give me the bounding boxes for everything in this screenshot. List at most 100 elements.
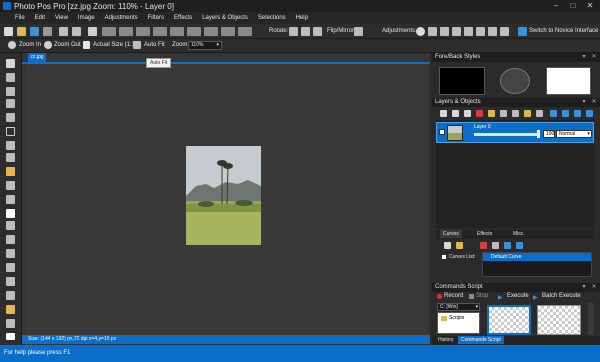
flip-mirror-button[interactable]: Flip/Mirror [327,28,354,34]
move-tool-icon[interactable] [6,73,15,82]
delete-layer-icon[interactable] [476,110,483,117]
menu-selections[interactable]: Selections [253,15,291,21]
zoom-tool-icon[interactable] [6,87,15,96]
gradient-tool-icon[interactable] [6,263,15,272]
menu-image[interactable]: Image [73,15,100,21]
layer-icon-8[interactable] [524,110,531,117]
adjust-icon-5[interactable] [464,27,473,36]
actual-size-button[interactable]: Actual Size (1:1) [93,42,137,48]
move-top-icon[interactable] [586,110,593,117]
menu-edit[interactable]: Edit [30,15,50,21]
curve-down-icon[interactable] [516,242,523,249]
record-button[interactable]: Record [444,293,463,299]
foreground-swatch[interactable] [439,67,485,95]
adjust-icon-6[interactable] [476,27,485,36]
tab-effects[interactable]: Effects [474,230,495,238]
layout-icon-5[interactable] [170,27,184,36]
pencil-tool-icon[interactable] [6,181,15,190]
layout-icon-2[interactable] [119,27,133,36]
opacity-slider[interactable] [474,133,540,136]
script-thumbnail-1[interactable] [487,305,531,335]
layout-icon-4[interactable] [153,27,167,36]
close-icon[interactable]: ✕ [582,0,598,12]
layout-icon-8[interactable] [221,27,235,36]
adjust-icon-2[interactable] [428,27,437,36]
undo-icon[interactable] [59,27,68,36]
blend-mode-select[interactable]: Normal ▾ [556,130,592,138]
scrollbar[interactable] [588,303,594,335]
layout-icon-9[interactable] [238,27,252,36]
pin-icon[interactable]: ▾ [580,98,588,107]
auto-fit-button[interactable]: Auto Fit [144,42,165,48]
menu-file[interactable]: File [10,15,30,21]
move-down-icon[interactable] [550,110,557,117]
curves-list-checkbox[interactable] [441,254,447,260]
rect-select-tool-icon[interactable] [6,127,15,136]
contrast-icon[interactable] [416,27,425,36]
tab-curves[interactable]: Curves [440,230,462,238]
shape-tool-icon[interactable] [6,209,15,218]
cut-icon[interactable] [88,27,97,36]
dropper-tool-icon[interactable] [6,277,15,286]
maximize-icon[interactable]: □ [565,0,581,12]
tab-misc[interactable]: Misc. [510,230,528,238]
move-bottom-icon[interactable] [562,110,569,117]
zoom-in-icon[interactable] [8,41,16,49]
rotate-icon-2[interactable] [301,27,310,36]
layer-row[interactable]: Layer 0 100 Normal ▾ [436,122,594,143]
adjust-icon-4[interactable] [452,27,461,36]
new-layer-icon[interactable] [440,110,447,117]
speech-bubble-tool-icon[interactable] [6,333,15,340]
layer-icon-7[interactable] [512,110,519,117]
document-tab[interactable]: zz.jpg [28,53,46,62]
curve-new-icon[interactable] [444,242,451,249]
move-up-icon[interactable] [574,110,581,117]
tab-history[interactable]: History [435,336,457,344]
redo-icon[interactable] [72,27,81,36]
layer-icon-2[interactable] [452,110,459,117]
curve-icon-4[interactable] [492,242,499,249]
zoom-in-button[interactable]: Zoom In [19,42,41,48]
menu-view[interactable]: View [50,15,73,21]
drive-select[interactable]: C: [Win] ▾ [437,303,480,311]
close-panel-icon[interactable]: ✕ [590,98,598,107]
smudge-tool-icon[interactable] [6,291,15,300]
layer-icon-3[interactable] [464,110,471,117]
curve-open-icon[interactable] [456,242,463,249]
rotate-icon-3[interactable] [313,27,322,36]
visibility-checkbox[interactable] [439,129,445,135]
tab-commands-script[interactable]: Commands Script [458,336,504,344]
close-panel-icon[interactable]: ✕ [590,53,598,62]
minimize-icon[interactable]: – [548,0,564,12]
stamp-tool-icon[interactable] [6,305,15,314]
execute-button[interactable]: Execute [507,293,529,299]
hand-tool-icon[interactable] [6,113,15,122]
flip-icon[interactable] [354,27,363,36]
zoom-out-button[interactable]: Zoom Out [54,42,81,48]
new-file-icon[interactable] [4,27,13,36]
save-icon[interactable] [30,27,39,36]
curve-delete-icon[interactable] [480,242,487,249]
layer-icon-5[interactable] [488,110,495,117]
close-panel-icon[interactable]: ✕ [590,283,598,292]
print-icon[interactable] [43,27,52,36]
curve-up-icon[interactable] [504,242,511,249]
pin-icon[interactable]: ▾ [580,53,588,62]
red-eye-tool-icon[interactable] [6,319,15,328]
rotate-icon-1[interactable] [289,27,298,36]
stop-button[interactable]: Stop [476,293,488,299]
pin-icon[interactable]: ▾ [580,283,588,292]
script-thumbnail-2[interactable] [537,305,581,335]
crop-tool-icon[interactable] [6,99,15,108]
zoom-out-icon[interactable] [44,41,52,49]
layout-icon-3[interactable] [136,27,150,36]
list-item[interactable]: Default Curve [483,253,591,261]
opacity-slider-thumb[interactable] [537,130,540,138]
image-canvas[interactable] [186,146,261,245]
folder-label[interactable]: Scripts [449,315,464,321]
batch-execute-button[interactable]: Batch Execute [542,293,581,299]
switch-to-novice-button[interactable]: Switch to Novice Interface [529,28,598,34]
menu-filters[interactable]: Filters [143,15,169,21]
layout-icon-6[interactable] [187,27,201,36]
background-swatch[interactable] [546,67,591,95]
